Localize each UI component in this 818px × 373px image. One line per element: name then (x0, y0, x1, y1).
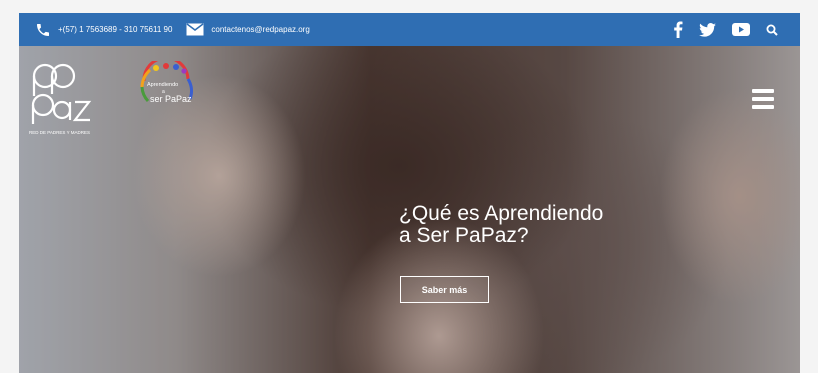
aprendiendo-logo[interactable]: Aprendiendo a ser PaPaz (136, 56, 200, 113)
phone-text: +(57) 1 7563689 - 310 75611 90 (58, 25, 173, 34)
hamburger-line (752, 97, 774, 101)
aprendiendo-line1: Aprendiendo (147, 82, 179, 88)
twitter-icon[interactable] (699, 22, 716, 37)
page-frame: +(57) 1 7563689 - 310 75611 90 contacten… (19, 13, 800, 373)
papaz-tagline: RED DE PADRES Y MADRES (29, 130, 91, 135)
papaz-logo[interactable]: RED DE PADRES Y MADRES (29, 58, 95, 144)
phone-icon (35, 22, 51, 38)
aprendiendo-line3: ser PaPaz (150, 94, 192, 104)
hero-headline: ¿Qué es Aprendiendo a Ser PaPaz? (399, 203, 699, 247)
hamburger-line (752, 89, 774, 93)
email-contact[interactable]: contactenos@redpapaz.org (186, 23, 310, 36)
headline-line2: a Ser PaPaz? (399, 224, 529, 247)
headline-line1: ¿Qué es Aprendiendo (399, 202, 604, 225)
facebook-icon[interactable] (673, 21, 683, 38)
envelope-icon (186, 23, 204, 36)
social-links (673, 13, 778, 46)
youtube-icon[interactable] (732, 23, 750, 36)
top-contact-bar: +(57) 1 7563689 - 310 75611 90 contacten… (19, 13, 800, 46)
hamburger-line (752, 105, 774, 109)
saber-mas-button[interactable]: Saber más (400, 276, 489, 303)
email-text: contactenos@redpapaz.org (211, 25, 310, 34)
phone-contact[interactable]: +(57) 1 7563689 - 310 75611 90 (35, 22, 172, 38)
hamburger-menu-icon[interactable] (752, 89, 774, 109)
search-icon[interactable] (766, 24, 778, 36)
